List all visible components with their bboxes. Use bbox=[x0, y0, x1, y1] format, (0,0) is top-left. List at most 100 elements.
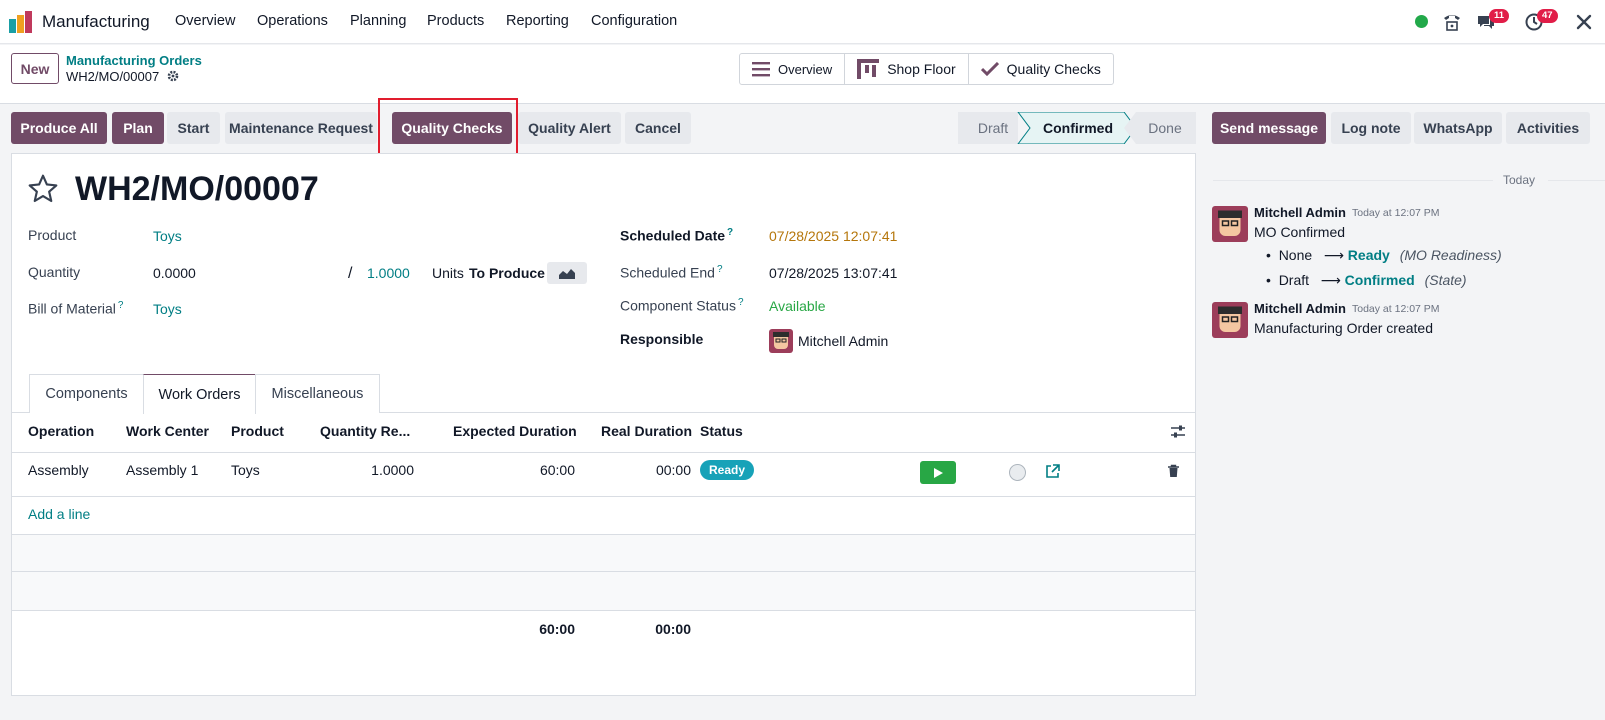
status-confirmed[interactable]: Confirmed bbox=[1028, 112, 1128, 144]
log-note-button[interactable]: Log note bbox=[1331, 112, 1411, 144]
message-time: Today at 12:07 PM bbox=[1352, 207, 1440, 219]
responsible-value: Mitchell Admin bbox=[798, 333, 889, 349]
shop-floor-smart-button[interactable]: Shop Floor bbox=[845, 54, 969, 84]
produce-all-button[interactable]: Produce All bbox=[11, 112, 107, 144]
play-icon bbox=[934, 467, 943, 478]
activities-button[interactable]: Activities bbox=[1506, 112, 1590, 144]
tools-icon[interactable] bbox=[1574, 12, 1594, 32]
app-brand[interactable]: Manufacturing bbox=[8, 11, 150, 33]
plan-button[interactable]: Plan bbox=[112, 112, 164, 144]
quality-checks-smart-button[interactable]: Quality Checks bbox=[969, 54, 1113, 84]
overview-smart-label: Overview bbox=[778, 61, 833, 77]
responsible-field[interactable]: Mitchell Admin bbox=[769, 329, 888, 353]
status-done[interactable]: Done bbox=[1134, 112, 1196, 144]
row-quantity: 1.0000 bbox=[371, 462, 414, 478]
tracking-new-value: Confirmed bbox=[1344, 272, 1415, 288]
favorite-star-icon[interactable] bbox=[27, 173, 59, 205]
col-expected-duration[interactable]: Expected Duration bbox=[453, 423, 577, 439]
maintenance-request-button[interactable]: Maintenance Request bbox=[225, 112, 377, 144]
scheduled-end-label-text: Scheduled End bbox=[620, 264, 715, 281]
scheduled-date-label-text: Scheduled Date bbox=[620, 227, 726, 244]
menu-planning[interactable]: Planning bbox=[350, 13, 406, 29]
add-line-link[interactable]: Add a line bbox=[28, 506, 90, 522]
shop-floor-smart-label: Shop Floor bbox=[887, 61, 956, 77]
record-title: WH2/MO/00007 bbox=[75, 170, 319, 208]
date-separator-line-right bbox=[1548, 180, 1605, 181]
row-expected-duration: 60:00 bbox=[539, 462, 575, 478]
row-product: Toys bbox=[231, 462, 260, 478]
tracking-change: • None ⟶ Ready (MO Readiness) bbox=[1266, 247, 1502, 264]
menu-reporting[interactable]: Reporting bbox=[506, 13, 569, 29]
start-workorder-button[interactable] bbox=[920, 461, 956, 484]
breadcrumb-current-label: WH2/MO/00007 bbox=[66, 69, 160, 84]
quantity-units[interactable]: Units bbox=[432, 265, 464, 281]
empty-row bbox=[12, 535, 1195, 571]
message-body: Manufacturing Order created bbox=[1254, 320, 1433, 336]
tracking-old-value: None bbox=[1278, 247, 1313, 263]
scheduled-date-label: Scheduled Date? bbox=[620, 227, 733, 244]
bullet: • bbox=[1266, 247, 1279, 263]
status-draft[interactable]: Draft bbox=[958, 112, 1028, 144]
quantity-target[interactable]: 1.0000 bbox=[367, 265, 410, 281]
menu-products[interactable]: Products bbox=[427, 13, 484, 29]
empty-row bbox=[12, 572, 1195, 610]
col-quantity[interactable]: Quantity Re... bbox=[320, 423, 410, 439]
menu-configuration[interactable]: Configuration bbox=[591, 13, 677, 29]
component-status-help-icon[interactable]: ? bbox=[738, 297, 744, 308]
tab-miscellaneous[interactable]: Miscellaneous bbox=[255, 374, 380, 413]
avatar[interactable] bbox=[1212, 302, 1248, 338]
top-navbar: Manufacturing Overview Operations Planni… bbox=[0, 0, 1605, 44]
col-product[interactable]: Product bbox=[231, 423, 284, 439]
start-button[interactable]: Start bbox=[167, 112, 220, 144]
col-work-center[interactable]: Work Center bbox=[126, 423, 209, 439]
col-status[interactable]: Status bbox=[700, 423, 743, 439]
scheduled-end-help-icon[interactable]: ? bbox=[717, 264, 723, 275]
message-author[interactable]: Mitchell Admin bbox=[1254, 301, 1346, 316]
workorder-select-radio[interactable] bbox=[1009, 464, 1026, 481]
total-real-duration: 00:00 bbox=[655, 621, 691, 637]
message-body: MO Confirmed bbox=[1254, 224, 1346, 240]
list-icon bbox=[752, 62, 770, 77]
bom-value[interactable]: Toys bbox=[153, 301, 182, 317]
breadcrumb-parent[interactable]: Manufacturing Orders bbox=[66, 53, 202, 68]
bom-label: Bill of Material? bbox=[28, 300, 123, 317]
tab-work-orders[interactable]: Work Orders bbox=[143, 374, 256, 414]
open-external-icon[interactable] bbox=[1045, 464, 1060, 479]
quantity-input[interactable]: 0.0000 bbox=[153, 265, 196, 281]
gear-icon[interactable] bbox=[167, 70, 179, 82]
overview-smart-button[interactable]: Overview bbox=[740, 54, 846, 84]
phone-icon[interactable] bbox=[1442, 12, 1462, 32]
row-work-center: Assembly 1 bbox=[126, 462, 199, 478]
column-settings-icon[interactable] bbox=[1170, 424, 1186, 440]
new-button[interactable]: New bbox=[11, 53, 59, 84]
avatar[interactable] bbox=[1212, 206, 1248, 242]
scheduled-date-value[interactable]: 07/28/2025 12:07:41 bbox=[769, 228, 897, 244]
forecast-button[interactable] bbox=[547, 262, 587, 284]
breadcrumb-current: WH2/MO/00007 bbox=[66, 69, 179, 84]
menu-operations[interactable]: Operations bbox=[257, 13, 328, 29]
col-operation[interactable]: Operation bbox=[28, 423, 94, 439]
status-badge: Ready bbox=[700, 460, 754, 480]
send-message-button[interactable]: Send message bbox=[1212, 112, 1326, 144]
message-author[interactable]: Mitchell Admin bbox=[1254, 205, 1346, 220]
component-status-label-text: Component Status bbox=[620, 297, 736, 314]
scheduled-end-value[interactable]: 07/28/2025 13:07:41 bbox=[769, 265, 897, 281]
avatar bbox=[769, 329, 793, 353]
product-value[interactable]: Toys bbox=[153, 228, 182, 244]
scheduled-end-label: Scheduled End? bbox=[620, 264, 723, 281]
trash-icon[interactable] bbox=[1167, 464, 1180, 478]
scheduled-date-help-icon[interactable]: ? bbox=[727, 227, 733, 238]
row-divider bbox=[12, 496, 1195, 497]
menu-overview[interactable]: Overview bbox=[175, 13, 235, 29]
cancel-button[interactable]: Cancel bbox=[625, 112, 691, 144]
tab-components[interactable]: Components bbox=[29, 374, 144, 413]
date-separator-line-left bbox=[1213, 180, 1493, 181]
arrow-right-icon: ⟶ bbox=[1312, 272, 1345, 288]
tracking-old-value: Draft bbox=[1278, 272, 1310, 288]
area-chart-icon bbox=[559, 269, 575, 279]
control-panel: New Manufacturing Orders WH2/MO/00007 Ov… bbox=[0, 45, 1605, 104]
bom-help-icon[interactable]: ? bbox=[118, 300, 124, 311]
quality-alert-button[interactable]: Quality Alert bbox=[518, 112, 621, 144]
col-real-duration[interactable]: Real Duration bbox=[601, 423, 692, 439]
whatsapp-button[interactable]: WhatsApp bbox=[1414, 112, 1502, 144]
